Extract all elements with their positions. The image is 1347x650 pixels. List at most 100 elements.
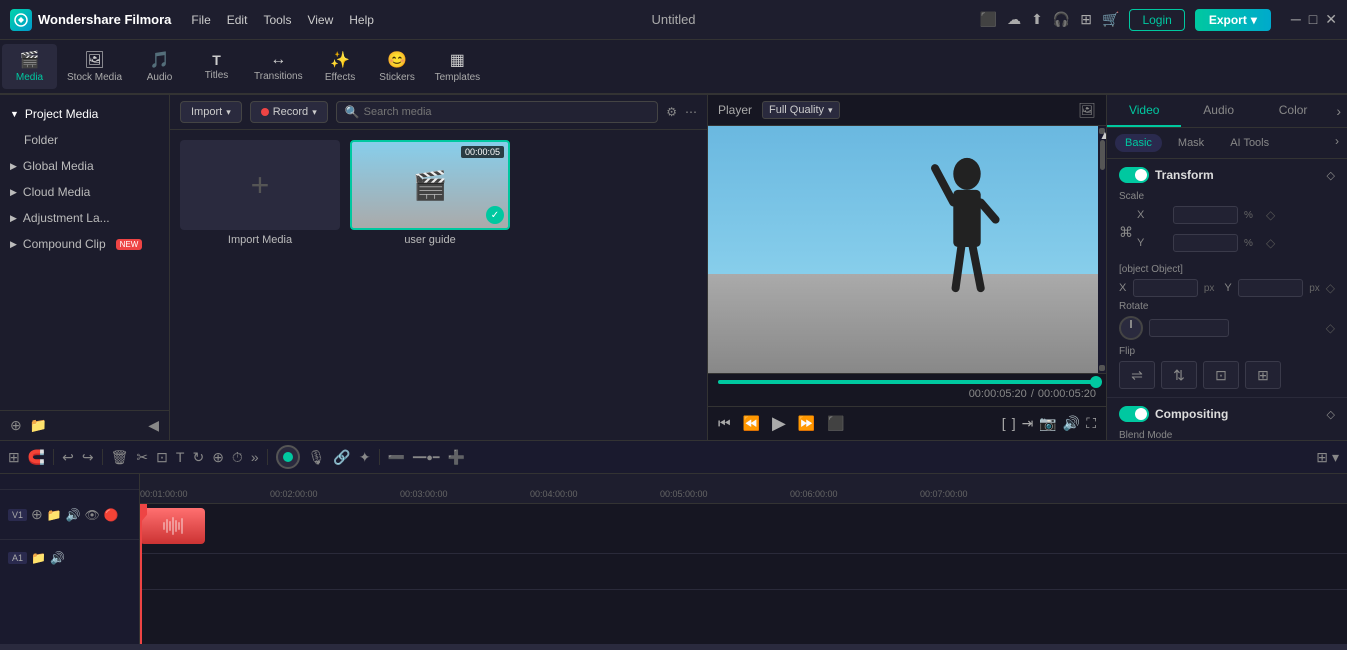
video-clip[interactable] (140, 508, 205, 544)
scale-y-input[interactable]: 100.00 (1173, 234, 1238, 252)
pos-x-input[interactable]: 0.00 (1133, 279, 1198, 297)
aspect-button[interactable]: ⊞ (1245, 361, 1281, 389)
tl-crop-button[interactable]: ⊡ (156, 449, 168, 466)
timeline-horizontal-scrollbar[interactable] (0, 644, 1347, 650)
play-button[interactable]: ▶ (772, 413, 786, 434)
tab-color[interactable]: Color (1256, 95, 1330, 127)
tl-audio-icon[interactable]: 🎙 (308, 449, 326, 466)
subtab-mask[interactable]: Mask (1168, 134, 1214, 152)
minimize-button[interactable]: ─ (1291, 11, 1301, 28)
next-frame-button[interactable]: ⏩ (798, 415, 815, 432)
import-media-item[interactable]: + Import Media (180, 140, 340, 430)
export-button[interactable]: Export ▾ (1195, 9, 1271, 31)
tl-minus-button[interactable]: ➖ (388, 449, 405, 466)
import-button[interactable]: Import ▾ (180, 101, 242, 123)
video-track-audio-icon[interactable]: 🔊 (66, 508, 81, 522)
video-track-eye-icon[interactable]: 👁 (85, 508, 100, 522)
rewind-button[interactable]: ⏮ (718, 415, 731, 432)
tl-rotate-button[interactable]: ↻ (192, 449, 204, 466)
sidebar-item-adjustment-layers[interactable]: ▶ Adjustment La... (0, 205, 169, 231)
scale-x-input[interactable]: 100.00 (1173, 206, 1238, 224)
compositing-reset-icon[interactable]: ◇ (1327, 408, 1335, 421)
stop-button[interactable]: ⬛ (827, 415, 844, 432)
video-track-lock-icon[interactable]: 🔴 (104, 508, 119, 522)
mark-in-button[interactable]: [ (1002, 415, 1006, 432)
extract-button[interactable]: ⇥ (1022, 415, 1034, 432)
sidebar-item-project-media[interactable]: ▼ Project Media (0, 101, 169, 127)
timeline-ruler[interactable]: 00:01:00:00 00:02:00:00 00:03:00:00 00:0… (140, 474, 1347, 504)
flip-horizontal-button[interactable]: ⇌ (1119, 361, 1155, 389)
seekbar[interactable] (718, 380, 1096, 384)
filter-icon[interactable]: ⚙ (666, 105, 677, 119)
flip-vertical-button[interactable]: ⇅ (1161, 361, 1197, 389)
tl-magnet-icon[interactable]: 🧲 (28, 449, 45, 466)
subtab-ai-tools[interactable]: AI Tools (1220, 134, 1279, 152)
sidebar-item-compound-clip[interactable]: ▶ Compound Clip NEW (0, 231, 169, 257)
tab-media[interactable]: 🎬 Media (2, 44, 57, 89)
subtab-basic[interactable]: Basic (1115, 134, 1162, 152)
tl-grid-icon[interactable]: ⊞ (1316, 449, 1328, 466)
close-button[interactable]: ✕ (1325, 11, 1337, 28)
tl-settings-icon[interactable]: ▾ (1332, 449, 1339, 466)
more-tabs-button[interactable]: › (1330, 95, 1347, 127)
position-reset[interactable]: ◇ (1326, 281, 1335, 295)
menu-view[interactable]: View (307, 13, 333, 27)
audio-icon[interactable]: 🎧 (1053, 11, 1070, 28)
compositing-toggle[interactable] (1119, 406, 1149, 422)
screenshot-icon[interactable]: 🖼 (1078, 102, 1096, 119)
tl-more-tools-button[interactable]: » (251, 449, 259, 465)
sidebar-item-folder[interactable]: Folder (0, 127, 169, 153)
transform-reset-icon[interactable]: ◇ (1327, 169, 1335, 182)
tl-text-button[interactable]: T (176, 449, 185, 465)
tl-layout-icon[interactable]: ⊞ (8, 449, 20, 466)
tl-timeline-slider[interactable]: ━━●━ (413, 451, 440, 464)
tl-effect-icon[interactable]: ✦ (359, 449, 371, 466)
menu-tools[interactable]: Tools (263, 13, 291, 27)
tl-speed-button[interactable]: ⏱ (232, 449, 243, 466)
grid-icon[interactable]: ⊞ (1080, 11, 1092, 28)
tl-undo-button[interactable]: ↩ (62, 449, 74, 466)
subtab-more-icon[interactable]: › (1335, 134, 1339, 152)
tab-transitions[interactable]: ↔ Transitions (246, 44, 311, 89)
menu-help[interactable]: Help (349, 13, 374, 27)
scale-x-reset[interactable]: ◇ (1266, 208, 1275, 222)
prev-frame-button[interactable]: ⏪ (743, 415, 760, 432)
mark-out-button[interactable]: ] (1012, 415, 1016, 432)
upload-icon[interactable]: ⬆ (1031, 11, 1043, 28)
sidebar-item-cloud-media[interactable]: ▶ Cloud Media (0, 179, 169, 205)
player-scrollbar[interactable]: ▲ (1098, 126, 1106, 373)
audio-track-volume-icon[interactable]: 🔊 (50, 551, 65, 565)
snapshot-button[interactable]: 📷 (1039, 415, 1056, 432)
tab-stickers[interactable]: 😊 Stickers (370, 44, 425, 89)
transform-toggle[interactable] (1119, 167, 1149, 183)
fullscreen-button[interactable]: ⛶ (1086, 415, 1096, 432)
search-input[interactable] (364, 106, 650, 118)
rotate-reset[interactable]: ◇ (1326, 321, 1335, 335)
tl-record-button[interactable] (276, 445, 300, 469)
cloud-icon[interactable]: ☁ (1007, 11, 1021, 28)
tl-redo-button[interactable]: ↪ (82, 449, 94, 466)
pos-y-input[interactable]: 0.00 (1238, 279, 1303, 297)
tl-transition-icon[interactable]: 🔗 (333, 449, 350, 466)
menu-edit[interactable]: Edit (227, 13, 248, 27)
volume-button[interactable]: 🔊 (1063, 415, 1080, 432)
tab-effects[interactable]: ✨ Effects (313, 44, 368, 89)
more-icon[interactable]: ⋯ (685, 105, 697, 119)
menu-file[interactable]: File (191, 13, 210, 27)
record-button[interactable]: Record ▾ (250, 101, 328, 123)
tl-cut-button[interactable]: ✂ (136, 449, 148, 466)
rotate-dial[interactable] (1119, 316, 1143, 340)
tl-zoom-fit-button[interactable]: ⊕ (212, 449, 224, 466)
login-button[interactable]: Login (1129, 9, 1184, 31)
tab-video[interactable]: Video (1107, 95, 1181, 127)
cart-icon[interactable]: 🛒 (1102, 11, 1119, 28)
scale-y-reset[interactable]: ◇ (1266, 236, 1275, 250)
sidebar-item-global-media[interactable]: ▶ Global Media (0, 153, 169, 179)
rotate-input[interactable]: 0.00° (1149, 319, 1229, 337)
tab-stock-media[interactable]: 🖼 Stock Media (59, 44, 130, 89)
tab-audio[interactable]: 🎵 Audio (132, 44, 187, 89)
maximize-button[interactable]: □ (1309, 11, 1317, 28)
video-track-folder-icon[interactable]: 📁 (47, 508, 62, 522)
folder-add-icon[interactable]: 📁 (30, 417, 47, 434)
user-guide-item[interactable]: 🎬 00:00:05 ✓ user guide (350, 140, 510, 430)
